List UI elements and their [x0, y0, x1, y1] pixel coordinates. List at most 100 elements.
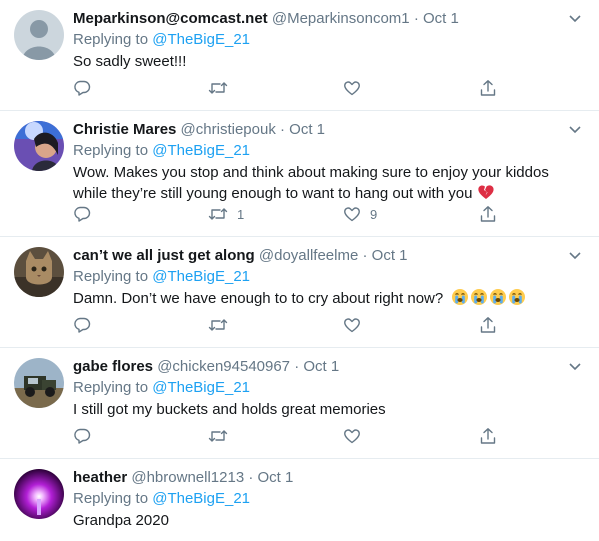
replies-feed: Meparkinson@comcast.net @Meparkinsoncom1… — [0, 0, 599, 541]
retweet-icon — [208, 82, 228, 94]
tweet-date[interactable]: Oct 1 — [258, 469, 294, 486]
crying-face-icon — [490, 289, 507, 305]
heart-icon — [344, 429, 360, 444]
truck-photo-icon — [14, 358, 64, 408]
replying-to-link[interactable]: @TheBigE_21 — [152, 490, 250, 507]
tweet-header: Christie Mares @christiepouk · Oct 1 — [73, 120, 583, 140]
tweet-header: heather @hbrownell1213 · Oct 1 — [73, 468, 583, 488]
share-icon — [480, 317, 496, 333]
avatar[interactable] — [14, 121, 64, 171]
like-button[interactable] — [343, 426, 370, 446]
tweet[interactable]: Christie Mares @christiepouk · Oct 1 Rep… — [0, 111, 599, 237]
display-name[interactable]: heather — [73, 469, 127, 486]
tweet[interactable]: can’t we all just get along @doyallfeelm… — [0, 237, 599, 348]
reply-icon — [74, 428, 91, 444]
separator-dot: · — [248, 469, 254, 486]
emoji-group — [447, 289, 526, 307]
like-count: 9 — [370, 206, 378, 222]
like-button[interactable] — [343, 315, 370, 335]
reply-icon — [74, 317, 91, 333]
replying-to-link[interactable]: @TheBigE_21 — [152, 31, 250, 48]
chevron-down-icon[interactable] — [567, 121, 583, 137]
chevron-down-icon[interactable] — [567, 247, 583, 263]
retweet-button[interactable] — [208, 426, 237, 446]
share-button[interactable] — [479, 204, 497, 224]
user-handle[interactable]: @Meparkinsoncom1 — [272, 10, 410, 27]
retweet-button[interactable] — [208, 315, 237, 335]
avatar[interactable] — [14, 10, 64, 60]
tweet-text-block: Wow. Makes you stop and think about maki… — [73, 162, 583, 204]
user-handle[interactable]: @doyallfeelme — [259, 247, 358, 264]
separator-dot: · — [294, 358, 300, 375]
heart-icon — [344, 81, 360, 96]
retweet-icon — [208, 319, 228, 331]
chevron-down-icon[interactable] — [567, 10, 583, 26]
tweet-actions: 1 9 — [73, 204, 513, 224]
crying-face-icon — [509, 289, 526, 305]
share-button[interactable] — [479, 315, 497, 335]
replying-to-label: Replying to — [73, 490, 149, 507]
replying-to: Replying to @TheBigE_21 — [73, 29, 583, 50]
retweet-icon — [208, 208, 228, 220]
replying-to: Replying to @TheBigE_21 — [73, 488, 583, 509]
replying-to: Replying to @TheBigE_21 — [73, 266, 583, 287]
tweet-date[interactable]: Oct 1 — [303, 358, 339, 375]
display-name[interactable]: Christie Mares — [73, 121, 176, 138]
like-button[interactable] — [343, 78, 370, 98]
user-handle[interactable]: @chicken94540967 — [157, 358, 290, 375]
reply-button[interactable] — [73, 315, 91, 335]
share-icon — [480, 80, 496, 96]
replying-to: Replying to @TheBigE_21 — [73, 140, 583, 161]
tweet[interactable]: gabe flores @chicken94540967 · Oct 1 Rep… — [0, 348, 599, 459]
cat-photo-icon — [14, 247, 64, 297]
tweet[interactable]: Meparkinson@comcast.net @Meparkinsoncom1… — [0, 0, 599, 111]
replying-to-label: Replying to — [73, 268, 149, 285]
user-handle[interactable]: @christiepouk — [181, 121, 276, 138]
tweet-date[interactable]: Oct 1 — [289, 121, 325, 138]
tweet-date[interactable]: Oct 1 — [372, 247, 408, 264]
crying-face-icon — [471, 289, 488, 305]
share-icon — [480, 428, 496, 444]
broken-heart-icon — [477, 185, 494, 199]
replying-to-link[interactable]: @TheBigE_21 — [152, 268, 250, 285]
retweet-icon — [208, 430, 228, 442]
reply-button[interactable] — [73, 204, 91, 224]
tweet-header: can’t we all just get along @doyallfeelm… — [73, 246, 583, 266]
chevron-down-icon[interactable] — [567, 358, 583, 374]
separator-dot: · — [362, 247, 368, 264]
replying-to-link[interactable]: @TheBigE_21 — [152, 142, 250, 159]
replying-to-label: Replying to — [73, 31, 149, 48]
share-button[interactable] — [479, 78, 497, 98]
default-user-avatar-icon — [14, 10, 64, 60]
tweet-text: So sadly sweet!!! — [73, 53, 187, 70]
separator-dot: · — [280, 121, 285, 138]
tweet-header: gabe flores @chicken94540967 · Oct 1 — [73, 357, 583, 377]
avatar[interactable] — [14, 358, 64, 408]
tweet-text: I still got my buckets and holds great m… — [73, 401, 386, 418]
separator-dot: · — [413, 10, 419, 27]
tweet-text-block: Damn. Don’t we have enough to to cry abo… — [73, 288, 583, 309]
tweet[interactable]: heather @hbrownell1213 · Oct 1 Replying … — [0, 459, 599, 541]
heart-icon — [344, 318, 360, 333]
reply-button[interactable] — [73, 78, 91, 98]
crying-face-icon — [452, 289, 469, 305]
avatar[interactable] — [14, 469, 64, 519]
retweet-button[interactable] — [208, 78, 237, 98]
retweet-count: 1 — [237, 206, 245, 222]
retweet-button[interactable]: 1 — [208, 204, 244, 224]
tweet-actions — [73, 315, 513, 335]
share-button[interactable] — [479, 426, 497, 446]
display-name[interactable]: Meparkinson@comcast.net — [73, 10, 268, 27]
heart-icon — [344, 207, 360, 222]
profile-photo-icon — [14, 121, 64, 171]
like-button[interactable]: 9 — [343, 204, 377, 224]
display-name[interactable]: gabe flores — [73, 358, 153, 375]
purple-light-photo-icon — [14, 469, 64, 519]
reply-button[interactable] — [73, 426, 91, 446]
reply-icon — [74, 80, 91, 96]
display-name[interactable]: can’t we all just get along — [73, 247, 255, 264]
user-handle[interactable]: @hbrownell1213 — [131, 469, 244, 486]
replying-to-link[interactable]: @TheBigE_21 — [152, 379, 250, 396]
avatar[interactable] — [14, 247, 64, 297]
tweet-date[interactable]: Oct 1 — [423, 10, 459, 27]
